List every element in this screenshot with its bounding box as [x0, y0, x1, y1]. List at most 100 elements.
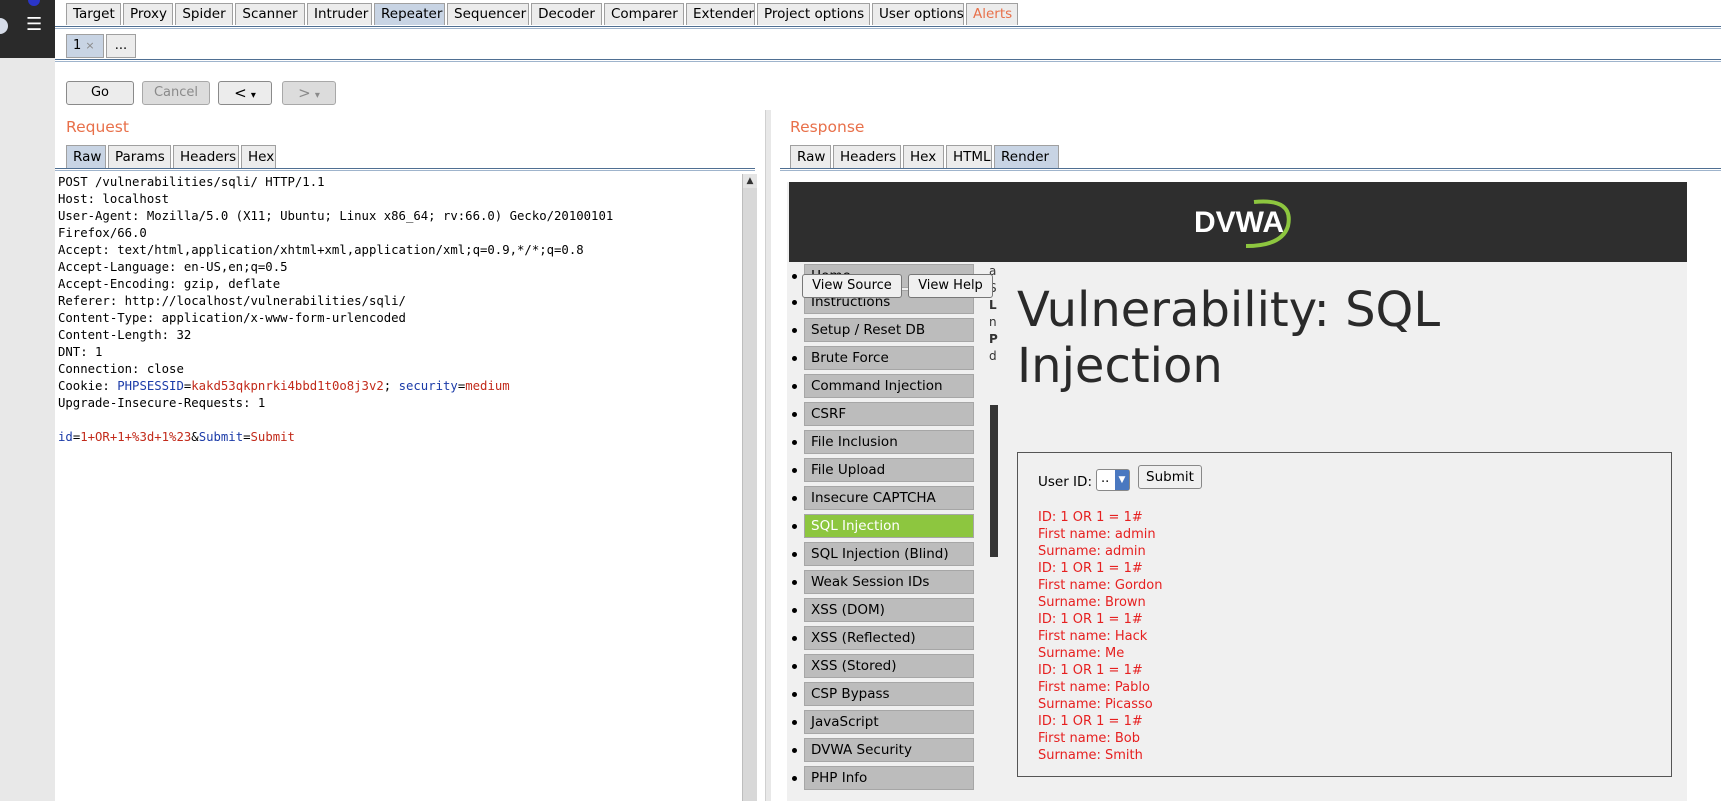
response-tab-hex[interactable]: Hex: [903, 145, 944, 168]
request-tab-params[interactable]: Params: [108, 145, 171, 168]
menu-bullet: [792, 468, 797, 473]
tool-tab-target[interactable]: Target: [66, 3, 121, 25]
chevron-right-icon: >: [298, 84, 311, 102]
menu-item-weak-session-ids[interactable]: Weak Session IDs: [804, 570, 974, 594]
menu-bullet: [792, 664, 797, 669]
close-icon[interactable]: ×: [85, 39, 94, 52]
chevron-left-icon: <: [234, 84, 247, 102]
menu-item-php-info[interactable]: PHP Info: [804, 766, 974, 790]
response-tab-html[interactable]: HTML: [946, 145, 992, 168]
request-line: Referer: http://localhost/vulnerabilitie…: [58, 294, 406, 308]
dropdown-icon: ▾: [250, 90, 256, 101]
result-first: First name: Hack: [1038, 629, 1148, 644]
forward-button[interactable]: > ▾: [282, 81, 336, 105]
response-tab-raw[interactable]: Raw: [790, 145, 831, 168]
request-line: User-Agent: Mozilla/5.0 (X11; Ubuntu; Li…: [58, 209, 614, 223]
pane-splitter[interactable]: [765, 110, 771, 801]
response-tab-render[interactable]: Render: [994, 145, 1059, 168]
menu-item-sql-injection-blind[interactable]: SQL Injection (Blind): [804, 542, 974, 566]
tool-tab-repeater[interactable]: Repeater: [374, 3, 445, 25]
tool-tab-intruder[interactable]: Intruder: [307, 3, 372, 25]
cookie-key-security: security: [398, 379, 458, 393]
go-button[interactable]: Go: [66, 81, 134, 105]
view-source-button[interactable]: View Source: [802, 274, 902, 298]
user-id-label: User ID:: [1038, 474, 1092, 490]
menu-bullet: [792, 328, 797, 333]
menu-item-javascript[interactable]: JavaScript: [804, 710, 974, 734]
repeater-tab-more[interactable]: ...: [106, 34, 136, 58]
user-id-select[interactable]: .. ▼: [1096, 469, 1130, 491]
request-lines: POST /vulnerabilities/sqli/ HTTP/1.1 Host…: [55, 172, 740, 378]
request-tab-hex[interactable]: Hex: [241, 145, 276, 168]
request-tab-headers[interactable]: Headers: [173, 145, 239, 168]
repeater-tab-1[interactable]: 1 ×: [66, 34, 104, 58]
body-line: id=1+OR+1+%3d+1%23&Submit=Submit: [55, 429, 740, 446]
menu-item-setup-reset-db[interactable]: Setup / Reset DB: [804, 318, 974, 342]
menu-item-xss-dom[interactable]: XSS (DOM): [804, 598, 974, 622]
result-id: ID: 1 OR 1 = 1#: [1038, 561, 1143, 576]
menu-bullet: [792, 384, 797, 389]
response-tab-headers[interactable]: Headers: [833, 145, 901, 168]
result-first: First name: Pablo: [1038, 680, 1150, 695]
response-render-view: DVWA aSLnPd HomeInstructionsSetup / Rese…: [787, 182, 1687, 801]
request-editor[interactable]: POST /vulnerabilities/sqli/ HTTP/1.1 Host…: [55, 172, 740, 801]
tool-tab-scanner[interactable]: Scanner: [235, 3, 305, 25]
response-tab-divider: [780, 168, 1721, 169]
request-line: Accept-Language: en-US,en;q=0.5: [58, 260, 288, 274]
request-line: Content-Type: application/x-www-form-url…: [58, 311, 406, 325]
tool-tab-comparer[interactable]: Comparer: [604, 3, 684, 25]
tool-tab-alerts[interactable]: Alerts: [966, 3, 1018, 25]
menu-item-dvwa-security[interactable]: DVWA Security: [804, 738, 974, 762]
tool-tab-sequencer[interactable]: Sequencer: [447, 3, 529, 25]
hidden-glyph: P: [989, 332, 998, 346]
menu-item-insecure-captcha[interactable]: Insecure CAPTCHA: [804, 486, 974, 510]
tool-tab-user-options[interactable]: User options: [872, 3, 964, 25]
result-id: ID: 1 OR 1 = 1#: [1038, 663, 1143, 678]
result-surname: Surname: Smith: [1038, 748, 1143, 763]
result-first: First name: admin: [1038, 527, 1156, 542]
request-tab-raw[interactable]: Raw: [66, 145, 106, 168]
menu-bullet: [792, 440, 797, 445]
hidden-glyph: L: [989, 298, 997, 312]
request-tab-divider-2: [55, 170, 755, 171]
circle-icon: [0, 18, 8, 34]
menu-item-csp-bypass[interactable]: CSP Bypass: [804, 682, 974, 706]
menu-bullet: [792, 636, 797, 641]
dvwa-logo: DVWA: [1194, 199, 1291, 248]
menu-item-xss-stored[interactable]: XSS (Stored): [804, 654, 974, 678]
result-id: ID: 1 OR 1 = 1#: [1038, 612, 1143, 627]
cancel-button[interactable]: Cancel: [142, 81, 210, 105]
hamburger-menu-icon[interactable]: ☰: [26, 16, 42, 34]
dvwa-logo-text: DVWA: [1194, 206, 1284, 239]
tool-tab-project-options[interactable]: Project options: [757, 3, 870, 25]
menu-item-brute-force[interactable]: Brute Force: [804, 346, 974, 370]
tab-divider-2: [55, 28, 1721, 29]
hidden-glyph: d: [989, 349, 997, 363]
menu-item-command-injection[interactable]: Command Injection: [804, 374, 974, 398]
back-button[interactable]: < ▾: [218, 81, 272, 105]
tool-tab-proxy[interactable]: Proxy: [123, 3, 173, 25]
result-surname: Surname: Me: [1038, 646, 1125, 661]
menu-item-file-inclusion[interactable]: File Inclusion: [804, 430, 974, 454]
cookie-value-phpsessid: kakd53qkpnrki4bbd1t0o8j3v2: [191, 379, 384, 393]
menu-item-file-upload[interactable]: File Upload: [804, 458, 974, 482]
cookie-sep: ;: [383, 379, 399, 393]
menu-bullet: [792, 692, 797, 697]
tool-tab-decoder[interactable]: Decoder: [531, 3, 602, 25]
menu-item-csrf[interactable]: CSRF: [804, 402, 974, 426]
menu-item-xss-reflected[interactable]: XSS (Reflected): [804, 626, 974, 650]
dropdown-arrow-icon: ▼: [1115, 470, 1129, 490]
result-id: ID: 1 OR 1 = 1#: [1038, 714, 1143, 729]
scroll-up-icon[interactable]: ▲: [743, 174, 757, 188]
submit-button[interactable]: Submit: [1138, 465, 1202, 489]
menu-item-sql-injection[interactable]: SQL Injection: [804, 514, 974, 538]
subtab-divider-2: [55, 61, 1721, 62]
request-scrollbar[interactable]: ▲: [742, 174, 757, 801]
response-title: Response: [790, 118, 865, 136]
tool-tab-spider[interactable]: Spider: [175, 3, 233, 25]
tool-tab-extender[interactable]: Extender: [686, 3, 755, 25]
body-eq: =: [243, 430, 251, 444]
view-help-button[interactable]: View Help: [908, 274, 993, 298]
menu-bullet: [792, 412, 797, 417]
